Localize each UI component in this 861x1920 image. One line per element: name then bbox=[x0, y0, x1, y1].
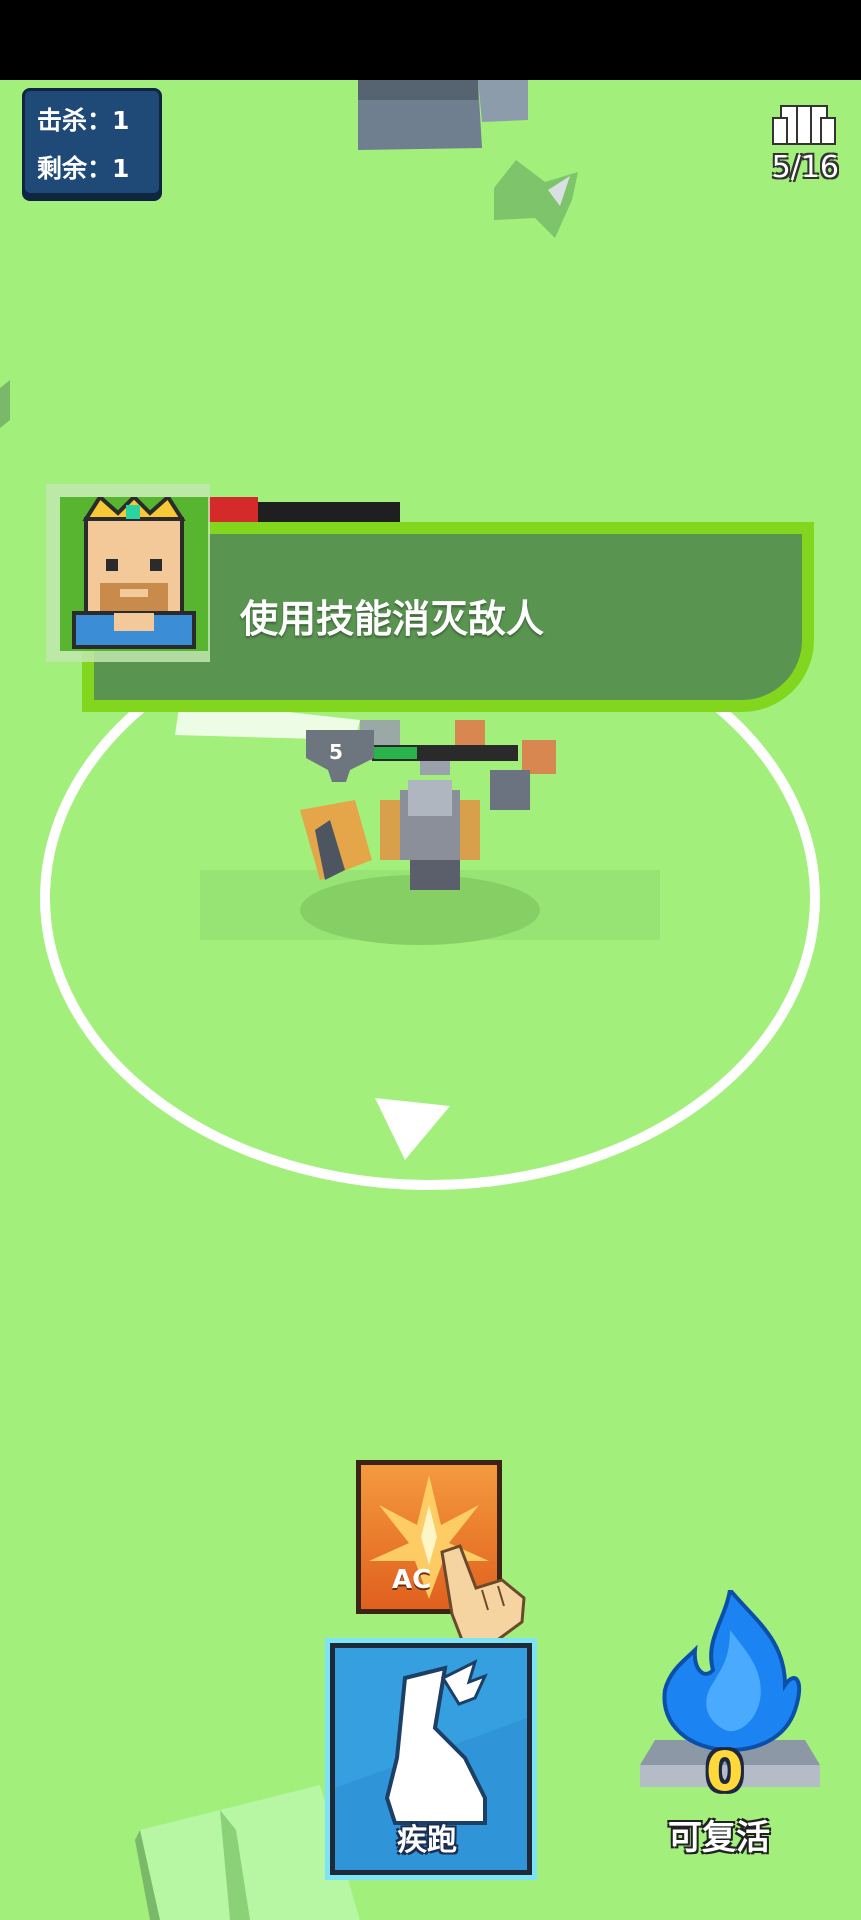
stone-tower bbox=[358, 80, 528, 150]
kills-counter: 击杀：1 bbox=[37, 106, 130, 135]
revive-count: 0 bbox=[706, 1740, 744, 1803]
tutorial-message: 使用技能消灭敌人 bbox=[240, 597, 545, 641]
hand-pointer-icon bbox=[440, 1544, 526, 1646]
kill-stats-panel: 击杀：1 剩余：1 bbox=[22, 88, 162, 196]
troop-indicator: 5/16 bbox=[769, 100, 839, 190]
remaining-counter: 剩余：1 bbox=[37, 154, 130, 183]
status-bar bbox=[0, 0, 861, 80]
helmet-icon bbox=[772, 105, 836, 145]
skill-button-label: AC bbox=[392, 1565, 432, 1595]
king-avatar bbox=[60, 493, 208, 651]
direction-arrow-icon bbox=[375, 1098, 450, 1160]
player-level: 5 bbox=[329, 740, 343, 764]
king-icon bbox=[72, 493, 196, 649]
rock-shard bbox=[494, 160, 578, 238]
player-health-bar bbox=[372, 745, 518, 761]
sprint-button-label: 疾跑 bbox=[397, 1823, 457, 1858]
revive-label: 可复活 bbox=[668, 1818, 770, 1858]
troop-count: 5/16 bbox=[771, 150, 839, 185]
